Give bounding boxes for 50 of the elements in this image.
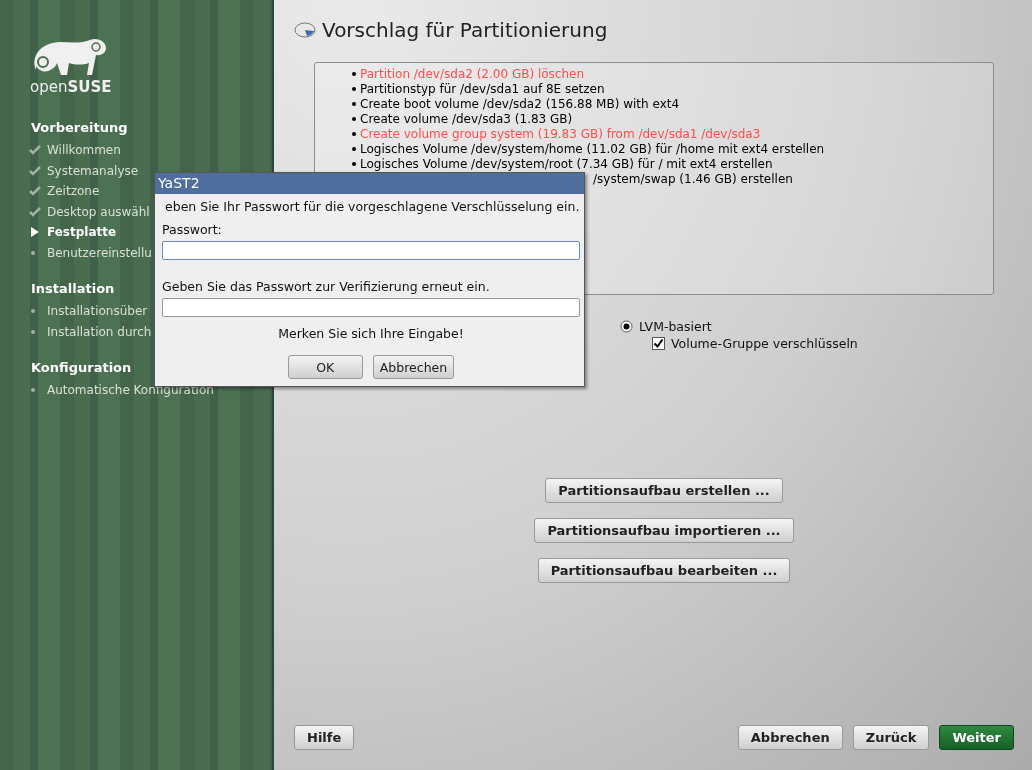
step-label: Installation durch bbox=[47, 324, 152, 339]
step-label: Installationsüber bbox=[47, 304, 148, 319]
step-label: Festplatte bbox=[47, 225, 117, 240]
radio-button[interactable] bbox=[620, 320, 633, 333]
dialog-button[interactable]: Abbrechen bbox=[372, 355, 455, 379]
bullet-icon bbox=[352, 161, 356, 166]
section-heading: Konfiguration bbox=[31, 360, 132, 375]
proposal-line: Create volume /dev/sda3 (1.83 GB) bbox=[360, 111, 573, 126]
action-button[interactable]: Partitionsaufbau bearbeiten ... bbox=[537, 558, 791, 583]
action-button[interactable]: Partitionsaufbau importieren ... bbox=[534, 518, 794, 543]
step-label: Willkommen bbox=[47, 143, 121, 158]
section-heading: Installation bbox=[31, 281, 115, 296]
proposal-line: Create volume group system (19.83 GB) from /dev/sda1 /dev/sda3 bbox=[360, 126, 761, 141]
dialog-message: eben Sie Ihr Passwort für die vorgeschlagene Verschlüsselung ein. bbox=[165, 199, 580, 214]
proposal-line: Create boot volume /dev/sda2 (156.88 MB) with ext4 bbox=[360, 96, 680, 111]
nav-button[interactable]: Weiter bbox=[939, 725, 1014, 750]
bullet-icon bbox=[352, 71, 356, 76]
step-label: Zeitzone bbox=[47, 184, 100, 199]
section-heading: Vorbereitung bbox=[31, 120, 128, 135]
option-label: Volume-Gruppe verschlüsseln bbox=[671, 336, 858, 351]
bullet-icon bbox=[352, 101, 356, 106]
help-button[interactable]: Hilfe bbox=[294, 725, 355, 750]
bullet-icon bbox=[352, 131, 356, 136]
proposal-line: Partition /dev/sda2 (2.00 GB) löschen bbox=[360, 66, 585, 81]
action-button[interactable]: Partitionsaufbau erstellen ... bbox=[545, 478, 783, 503]
password-field[interactable] bbox=[162, 298, 580, 317]
checkbox[interactable] bbox=[652, 337, 665, 350]
step-label: Automatische Konfiguration bbox=[47, 383, 214, 398]
bullet-icon bbox=[352, 146, 356, 151]
proposal-line: Logisches Volume /dev/system/home (11.02 GB) für /home mit ext4 erstellen bbox=[360, 141, 825, 156]
dialog-button[interactable]: OK bbox=[287, 355, 363, 379]
step-label: Systemanalyse bbox=[47, 163, 139, 178]
proposal-line: Logisches Volume /dev/system/root (7.34 GB) für / mit ext4 erstellen bbox=[360, 156, 773, 171]
field-label: Geben Sie das Passwort zur Verifizierung erneut ein. bbox=[162, 279, 491, 294]
field-label: Passwort: bbox=[162, 222, 223, 237]
dialog-title: YaST2 bbox=[155, 173, 584, 194]
step-label: Desktop auswähl bbox=[47, 204, 150, 219]
bullet-icon bbox=[352, 86, 356, 91]
step-label: Benutzereinstellu bbox=[47, 245, 152, 260]
proposal-line: /system/swap (1.46 GB) erstellen bbox=[593, 171, 793, 186]
proposal-line: Partitionstyp für /dev/sda1 auf 8E setzen bbox=[360, 81, 605, 96]
password-field[interactable] bbox=[162, 241, 580, 260]
option-label: LVM-basiert bbox=[639, 319, 712, 334]
nav-button[interactable]: Abbrechen bbox=[737, 725, 843, 750]
page-title: Vorschlag für Partitionierung bbox=[322, 18, 608, 42]
dialog-note: Merken Sie sich Ihre Eingabe! bbox=[277, 326, 465, 341]
logo-text: openSUSE bbox=[30, 78, 112, 96]
disk-icon bbox=[294, 22, 316, 38]
bullet-icon bbox=[352, 116, 356, 121]
nav-button[interactable]: Zurück bbox=[852, 725, 930, 750]
